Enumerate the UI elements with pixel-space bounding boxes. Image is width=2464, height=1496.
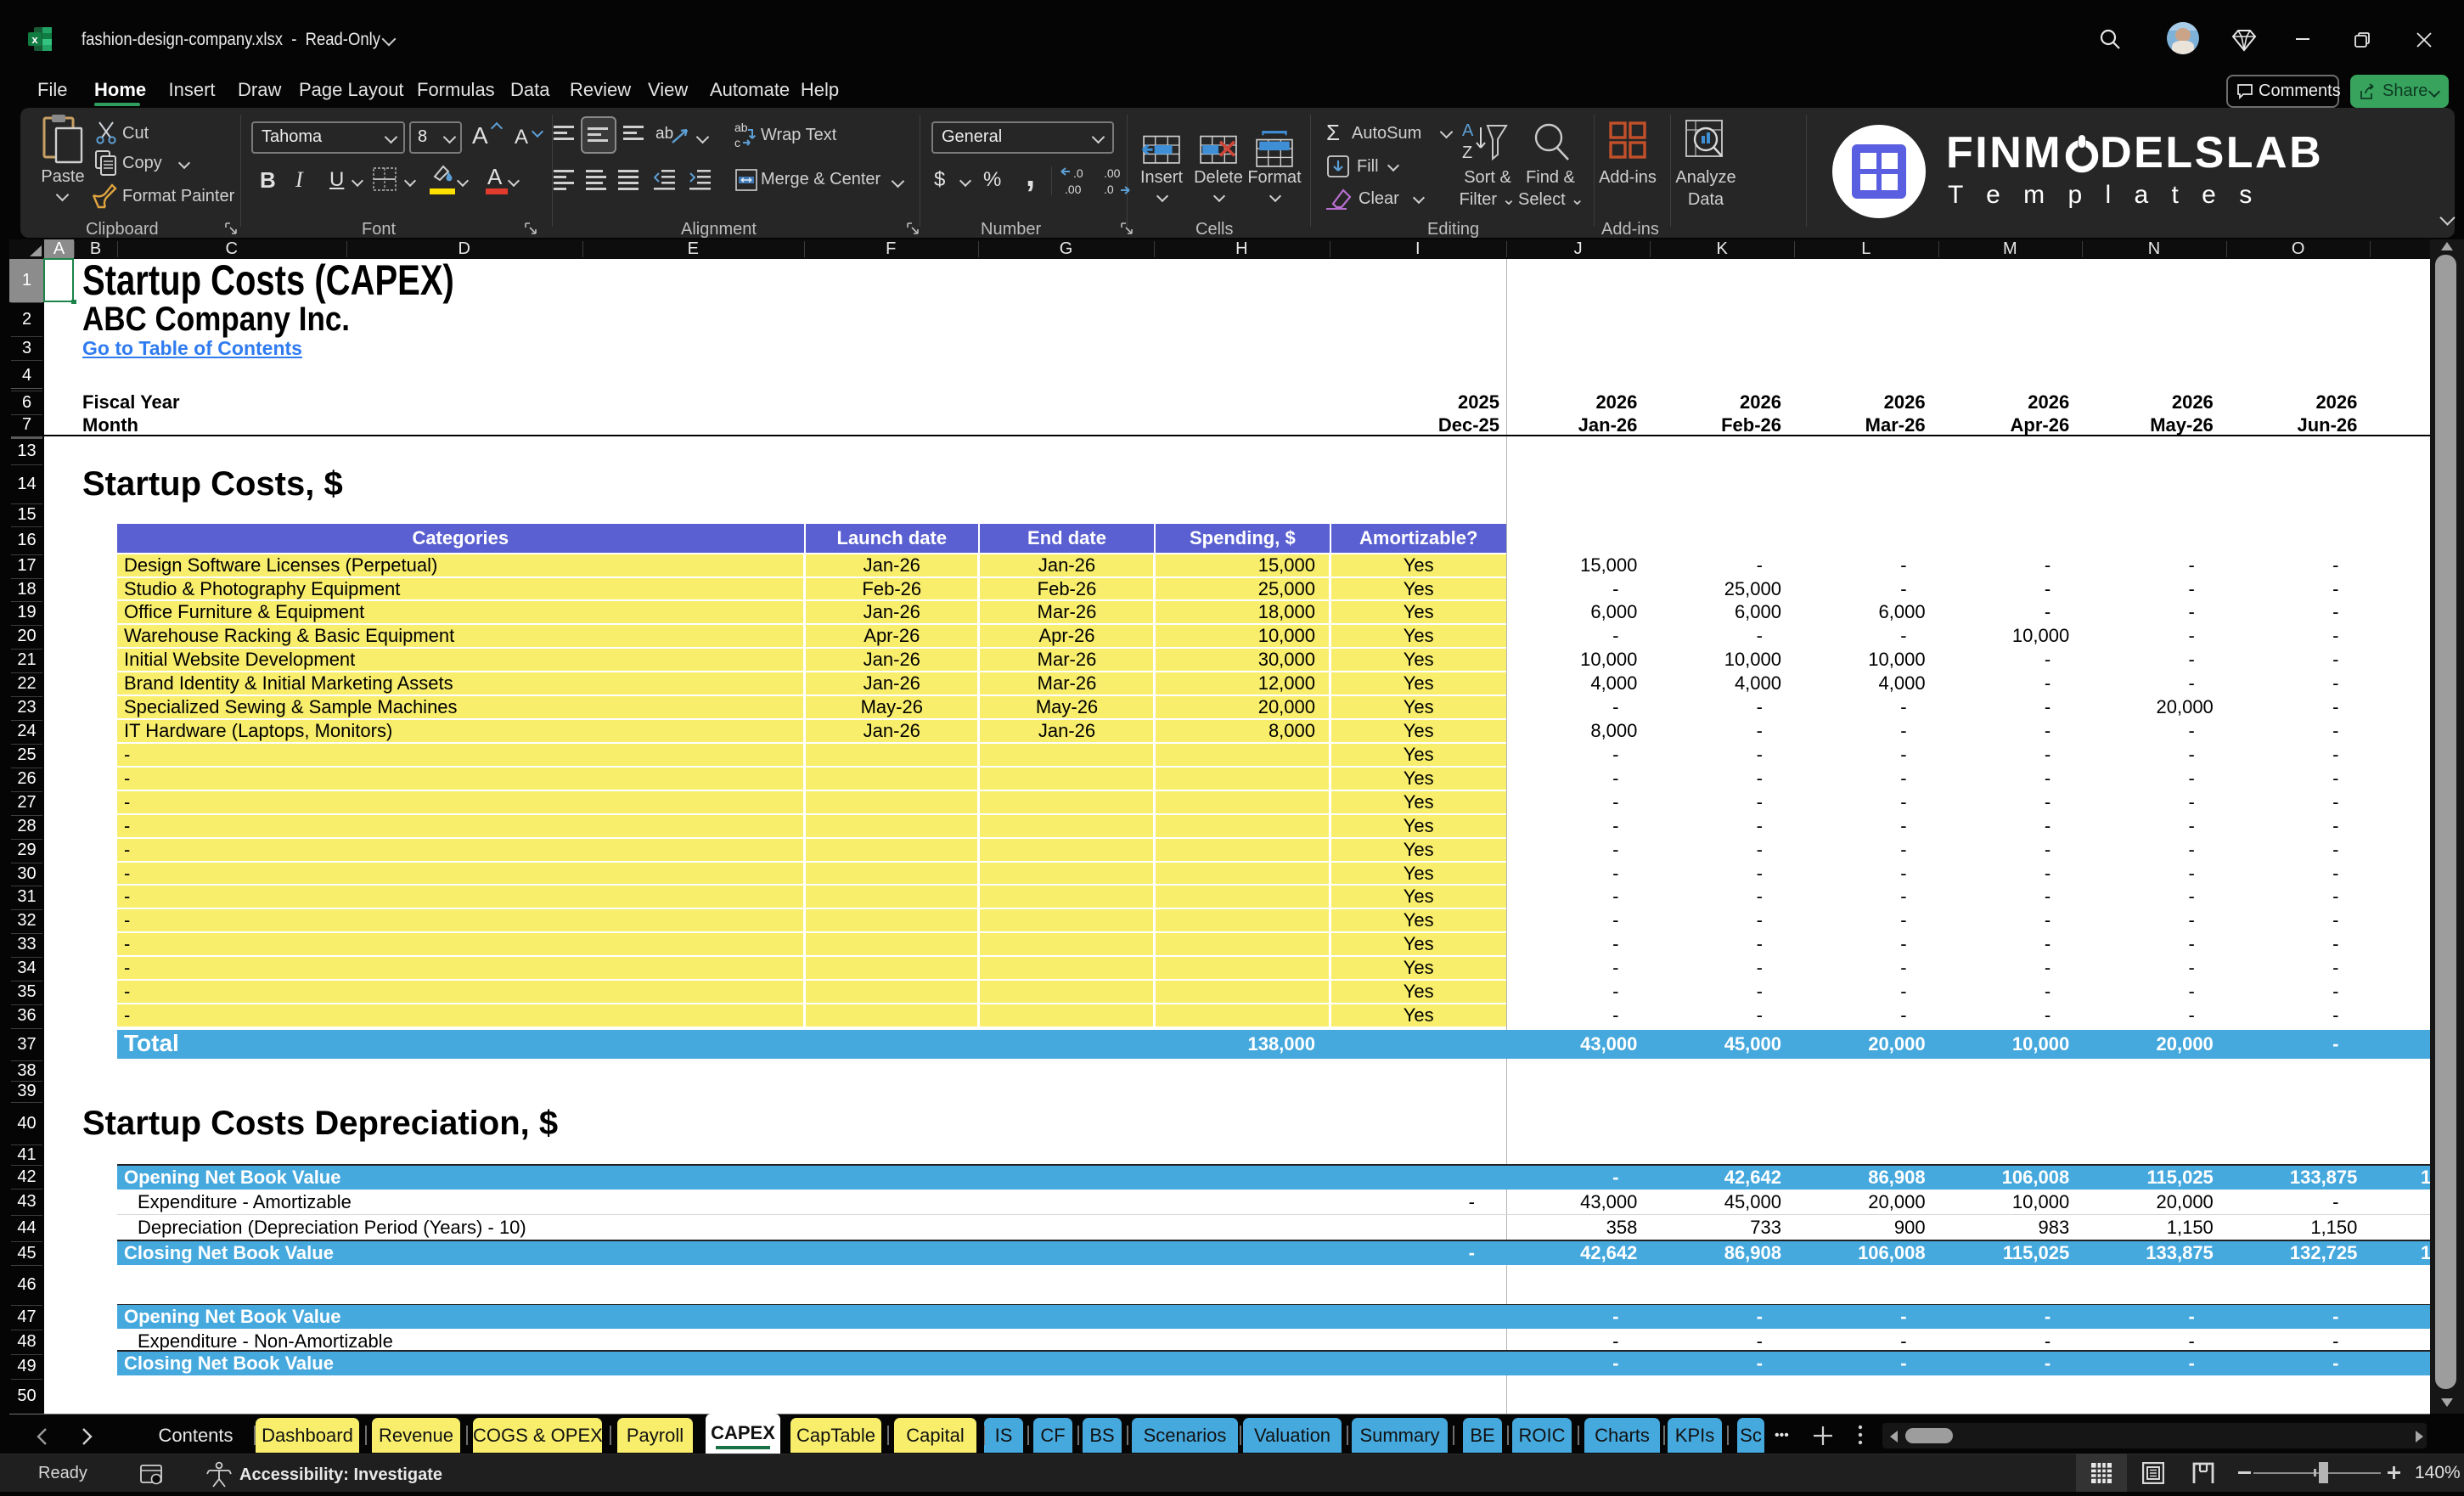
svg-text:.0: .0: [1104, 183, 1114, 196]
svg-text:.00: .00: [1104, 166, 1121, 180]
svg-text:.00: .00: [1065, 183, 1082, 196]
svg-text:A: A: [1462, 121, 1474, 140]
svg-text:c: c: [734, 136, 740, 149]
svg-text:ab: ab: [734, 121, 748, 134]
svg-text:.0: .0: [1073, 166, 1083, 180]
svg-text:Z: Z: [1462, 143, 1472, 162]
svg-text:x: x: [31, 33, 38, 46]
